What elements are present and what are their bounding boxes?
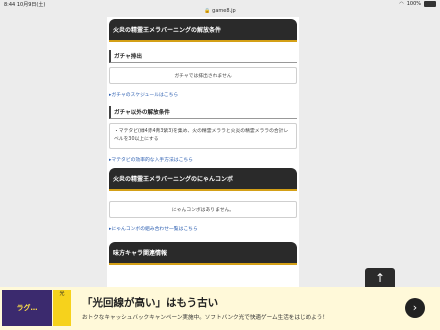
subheading-other-conditions: ガチャ以外の解放条件: [109, 106, 297, 119]
matatabi-link-text[interactable]: マテタビの効率的な入手方法はこちら: [111, 158, 193, 163]
battery-icon: [424, 1, 436, 7]
section-title-nyan-combo: 火炎の精霊王メラバーニングのにゃんコンボ: [109, 168, 297, 191]
section-title-ally-info: 味方キャラ関連情報: [109, 242, 297, 265]
ad-arrow-button[interactable]: ›: [405, 298, 425, 318]
url-text: game8.jp: [212, 8, 236, 14]
arrow-up-icon: ↑: [374, 271, 386, 285]
gacha-schedule-link[interactable]: ▸ガチャのスケジュールはこちら: [109, 91, 297, 98]
battery-percent: 100%: [406, 1, 421, 7]
ad-logo: 光: [53, 290, 71, 326]
matatabi-link[interactable]: ▸マテタビの効率的な入手方法はこちら: [109, 156, 297, 163]
ad-banner[interactable]: ラグ… 光 「光回線が高い」はもう古い おトクなキャッシュバックキャンペーン実施…: [0, 287, 440, 330]
chevron-right-icon: ›: [412, 301, 418, 314]
ad-title[interactable]: 「光回線が高い」はもう古い: [82, 295, 218, 310]
section-title-release-conditions: 火炎の精霊王メラバーニングの解放条件: [109, 19, 297, 42]
combo-info-box: にゃんコンボはありません。: [109, 201, 297, 218]
lock-icon: 🔒: [204, 8, 211, 14]
subheading-gacha: ガチャ排出: [109, 50, 297, 63]
article-content: 火炎の精霊王メラバーニングの解放条件 ガチャ排出 ガチャでは排出されません ▸ガ…: [107, 17, 299, 287]
status-time-date: 8:44 10月9日(土): [4, 1, 45, 8]
gacha-schedule-link-text[interactable]: ガチャのスケジュールはこちら: [111, 93, 178, 98]
ad-subtitle[interactable]: おトクなキャッシュバックキャンペーン実施中。ソフトバンク光で快適ゲーム生活をはじ…: [82, 313, 328, 321]
ad-thumbnail[interactable]: ラグ…: [2, 290, 52, 326]
gacha-info-box: ガチャでは排出されません: [109, 67, 297, 84]
combo-list-link-text[interactable]: にゃんコンボの組み合わせ一覧はこちら: [111, 227, 197, 232]
ad-logo-text: 光: [59, 291, 65, 297]
wifi-icon: ◠: [399, 1, 404, 7]
address-bar[interactable]: 🔒 game8.jp: [0, 8, 440, 17]
ad-thumbnail-text: ラグ…: [16, 304, 38, 312]
other-conditions-box: ・マテタビ(緑4赤4青3紫3)を集め、火の精霊メララと火炎の精霊メララの合計レベ…: [109, 123, 297, 149]
combo-list-link[interactable]: ▸にゃんコンボの組み合わせ一覧はこちら: [109, 225, 297, 232]
status-right: ◠ 100%: [399, 1, 436, 7]
